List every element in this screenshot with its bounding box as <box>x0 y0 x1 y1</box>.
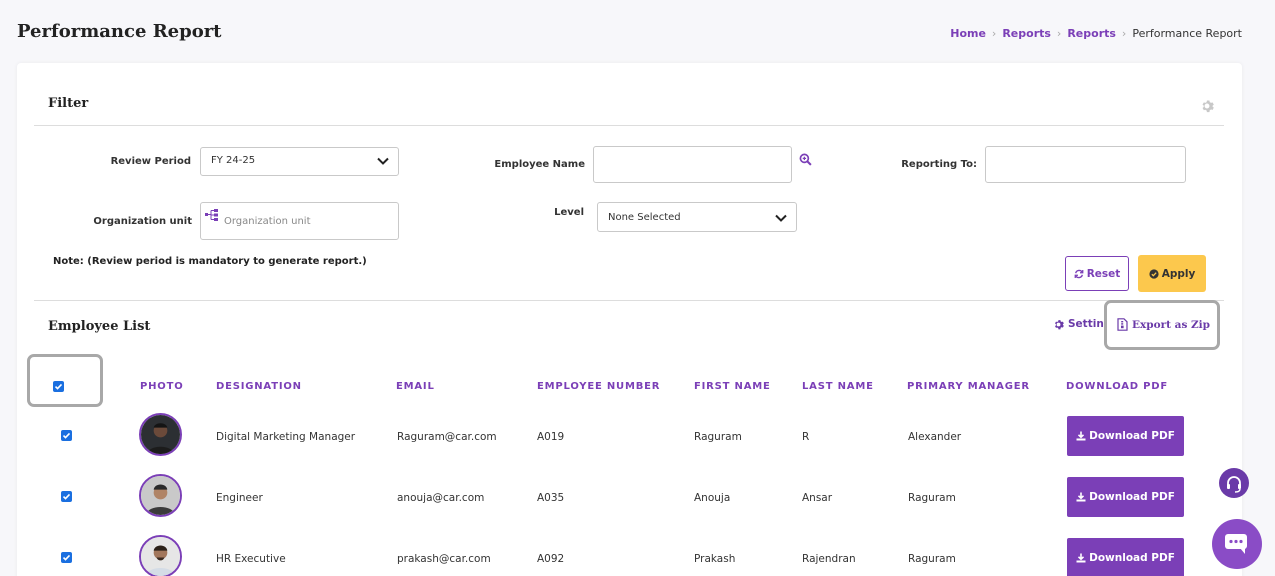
level-select[interactable]: None Selected <box>597 202 797 232</box>
reset-button[interactable]: Reset <box>1065 256 1129 291</box>
last-name-cell: Ansar <box>802 492 833 504</box>
last-name-cell: R <box>802 431 810 443</box>
first-name-cell: Prakash <box>694 553 736 565</box>
download-label: Download PDF <box>1089 552 1175 564</box>
column-first-name[interactable]: FIRST NAME <box>694 381 771 392</box>
select-all-highlight <box>27 354 103 407</box>
row-checkbox[interactable] <box>61 491 72 502</box>
chevron-right-icon: › <box>1121 27 1127 40</box>
email-cell: Raguram@car.com <box>397 431 497 443</box>
download-pdf-button[interactable]: Download PDF <box>1067 416 1184 456</box>
level-label: Level <box>554 207 584 218</box>
filter-divider <box>34 125 1224 126</box>
employee-name-input[interactable] <box>593 146 792 183</box>
chat-icon[interactable] <box>1212 519 1262 569</box>
chevron-down-icon <box>775 214 787 222</box>
first-name-cell: Anouja <box>694 492 731 504</box>
download-pdf-button[interactable]: Download PDF <box>1067 538 1184 576</box>
filter-title: Filter <box>48 96 89 111</box>
column-primary-manager[interactable]: PRIMARY MANAGER <box>907 381 1030 392</box>
download-icon <box>1076 431 1086 441</box>
avatar <box>139 474 182 517</box>
gear-icon[interactable] <box>1200 99 1214 113</box>
breadcrumb: Home › Reports › Reports › Performance R… <box>950 27 1242 40</box>
download-label: Download PDF <box>1089 430 1175 442</box>
breadcrumb-reports[interactable]: Reports <box>1002 27 1051 40</box>
column-last-name[interactable]: LAST NAME <box>802 381 874 392</box>
org-unit-placeholder: Organization unit <box>224 216 311 227</box>
list-divider <box>34 300 1224 301</box>
refresh-icon <box>1074 269 1084 278</box>
page-title: Performance Report <box>17 21 222 42</box>
row-checkbox[interactable] <box>61 430 72 441</box>
check-circle-icon <box>1149 268 1159 279</box>
designation-cell: Digital Marketing Manager <box>216 431 356 443</box>
primary-manager-cell: Raguram <box>908 553 956 565</box>
employee-number-cell: A019 <box>537 431 565 443</box>
level-value: None Selected <box>608 212 681 223</box>
review-period-label: Review Period <box>110 156 191 167</box>
column-designation[interactable]: DESIGNATION <box>216 381 302 392</box>
apply-label: Apply <box>1161 267 1196 280</box>
download-icon <box>1076 492 1086 502</box>
employee-list-title: Employee List <box>48 319 151 334</box>
settings-link[interactable]: Settings <box>1053 318 1107 330</box>
designation-cell: Engineer <box>216 492 263 504</box>
chevron-right-icon: › <box>1056 27 1062 40</box>
primary-manager-cell: Raguram <box>908 492 956 504</box>
chevron-right-icon: › <box>991 27 997 40</box>
report-card: Filter Review Period FY 24-25 Employee N… <box>17 63 1242 576</box>
org-unit-label: Organization unit <box>93 216 192 227</box>
primary-manager-cell: Alexander <box>908 431 962 443</box>
email-cell: prakash@car.com <box>397 553 491 565</box>
employee-number-cell: A035 <box>537 492 565 504</box>
employee-name-label: Employee Name <box>494 159 585 170</box>
review-period-value: FY 24-25 <box>211 155 256 166</box>
avatar <box>139 535 182 576</box>
settings-label: Settings <box>1068 318 1107 330</box>
review-period-select[interactable]: FY 24-25 <box>200 147 399 176</box>
column-email[interactable]: EMAIL <box>396 381 435 392</box>
gear-icon <box>1054 319 1064 329</box>
org-unit-input[interactable]: Organization unit <box>200 202 399 240</box>
row-checkbox[interactable] <box>61 552 72 563</box>
breadcrumb-home[interactable]: Home <box>950 27 986 40</box>
download-icon <box>1076 553 1086 563</box>
download-label: Download PDF <box>1089 491 1175 503</box>
email-cell: anouja@car.com <box>397 492 485 504</box>
designation-cell: HR Executive <box>216 553 286 565</box>
apply-button[interactable]: Apply <box>1138 255 1206 292</box>
mandatory-note: Note: (Review period is mandatory to gen… <box>53 256 367 267</box>
reporting-to-label: Reporting To: <box>901 159 977 170</box>
reporting-to-input[interactable] <box>985 146 1186 183</box>
chevron-down-icon <box>377 157 389 165</box>
employee-number-cell: A092 <box>537 553 565 565</box>
column-employee-number[interactable]: EMPLOYEE NUMBER <box>537 381 660 392</box>
first-name-cell: Raguram <box>694 431 742 443</box>
org-tree-icon <box>205 209 218 221</box>
headset-icon[interactable] <box>1219 468 1249 498</box>
export-highlight <box>1104 300 1220 350</box>
column-photo: PHOTO <box>140 381 184 392</box>
column-download-pdf: DOWNLOAD PDF <box>1066 381 1169 392</box>
search-icon[interactable] <box>799 153 812 166</box>
breadcrumb-reports-2[interactable]: Reports <box>1067 27 1116 40</box>
breadcrumb-current: Performance Report <box>1132 27 1242 40</box>
last-name-cell: Rajendran <box>802 553 856 565</box>
download-pdf-button[interactable]: Download PDF <box>1067 477 1184 517</box>
avatar <box>139 413 182 456</box>
reset-label: Reset <box>1086 267 1121 280</box>
